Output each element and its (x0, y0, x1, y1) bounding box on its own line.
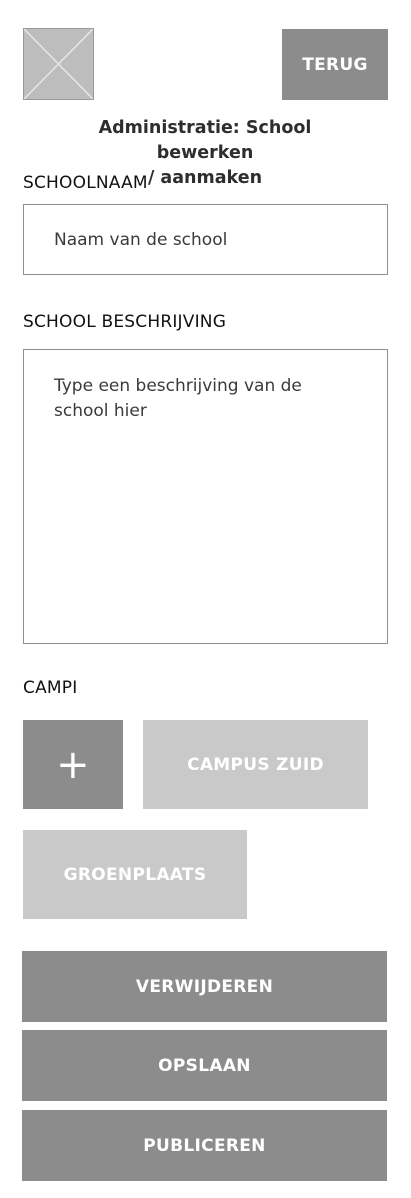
campus-item-groenplaats[interactable]: GROENPLAATS (23, 830, 247, 919)
publish-button-label: PUBLICEREN (143, 1135, 266, 1156)
school-name-label: SCHOOLNAAM (23, 173, 148, 193)
back-button[interactable]: TERUG (282, 29, 388, 100)
page-title-line-2: / aanmaken (147, 168, 263, 188)
school-description-placeholder: Type een beschrijving van de school hier (54, 376, 302, 421)
save-button-label: OPSLAAN (158, 1055, 251, 1076)
page-title-line-1: Administratie: School bewerken (98, 118, 312, 163)
campus-item-label: GROENPLAATS (63, 864, 207, 885)
school-name-placeholder: Naam van de school (54, 230, 228, 250)
delete-button[interactable]: VERWIJDEREN (22, 951, 387, 1022)
campi-label: CAMPI (23, 678, 78, 698)
campus-item-zuid[interactable]: CAMPUS ZUID (143, 720, 368, 809)
delete-button-label: VERWIJDEREN (135, 976, 274, 997)
publish-button[interactable]: PUBLICEREN (22, 1110, 387, 1181)
school-name-input[interactable]: Naam van de school (23, 204, 388, 275)
plus-icon: + (56, 741, 90, 788)
campus-item-label: CAMPUS ZUID (187, 754, 324, 775)
add-campus-button[interactable]: + (23, 720, 123, 809)
save-button[interactable]: OPSLAAN (22, 1030, 387, 1101)
school-description-label: SCHOOL BESCHRIJVING (23, 312, 227, 332)
school-description-textarea[interactable]: Type een beschrijving van de school hier (23, 349, 388, 644)
image-placeholder-icon (23, 28, 94, 100)
back-button-label: TERUG (302, 54, 368, 75)
